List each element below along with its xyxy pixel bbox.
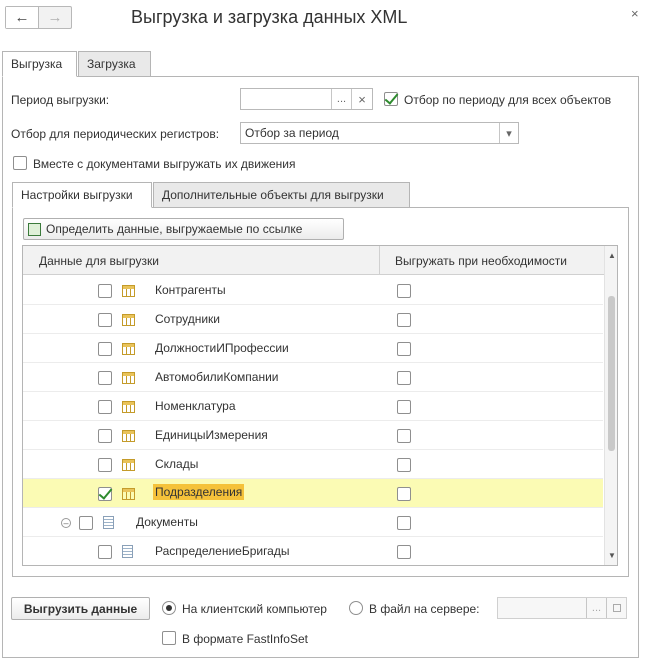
period-field[interactable]: ... ×: [240, 88, 373, 110]
column-header-data: Данные для выгрузки: [39, 254, 159, 268]
open-icon[interactable]: [606, 598, 626, 618]
to-client-radio[interactable]: [162, 601, 176, 615]
row-name: Контрагенты: [155, 283, 226, 297]
catalog-icon: [122, 343, 135, 355]
row-if-needed-checkbox[interactable]: [397, 313, 411, 327]
server-path-field[interactable]: ...: [497, 597, 627, 619]
scroll-down-icon[interactable]: ▼: [608, 551, 616, 560]
table-row[interactable]: АвтомобилиКомпании: [23, 363, 603, 392]
row-if-needed-checkbox[interactable]: [397, 545, 411, 559]
table-row[interactable]: ДолжностиИПрофессии: [23, 334, 603, 363]
row-name: Подразделения: [153, 484, 245, 500]
catalog-icon: [122, 459, 135, 471]
row-if-needed-checkbox[interactable]: [397, 400, 411, 414]
scroll-up-icon[interactable]: ▲: [608, 251, 616, 260]
close-icon[interactable]: ×: [631, 6, 639, 21]
server-path-select-button[interactable]: ...: [586, 598, 606, 618]
catalog-icon: [122, 430, 135, 442]
with-movements-label: Вместе с документами выгружать их движен…: [33, 157, 296, 171]
table-row-selected[interactable]: Подразделения: [23, 479, 603, 508]
table-row[interactable]: Контрагенты: [23, 276, 603, 305]
chevron-down-icon[interactable]: ▾: [499, 123, 518, 143]
row-export-checkbox[interactable]: [98, 313, 112, 327]
back-arrow-icon[interactable]: ←: [6, 7, 39, 28]
row-export-checkbox[interactable]: [98, 487, 112, 501]
filter-all-objects-label: Отбор по периоду для всех объектов: [404, 93, 612, 107]
row-name: Склады: [155, 457, 199, 471]
document-group-icon: [103, 516, 114, 529]
define-referenced-data-button[interactable]: Определить данные, выгружаемые по ссылке: [23, 218, 344, 240]
table-row[interactable]: Сотрудники: [23, 305, 603, 334]
tab-export[interactable]: Выгрузка: [2, 51, 77, 77]
catalog-icon: [122, 372, 135, 384]
row-export-checkbox[interactable]: [98, 545, 112, 559]
registers-filter-label: Отбор для периодических регистров:: [11, 127, 220, 141]
table-row[interactable]: ЕдиницыИзмерения: [23, 421, 603, 450]
period-select-button[interactable]: ...: [331, 89, 351, 109]
registers-filter-value: Отбор за период: [245, 126, 339, 140]
to-server-label: В файл на сервере:: [369, 602, 480, 616]
catalog-icon: [122, 285, 135, 297]
table-row[interactable]: РаспределениеБригады: [23, 537, 603, 565]
with-movements-checkbox[interactable]: [13, 156, 27, 170]
row-if-needed-checkbox[interactable]: [397, 429, 411, 443]
row-if-needed-checkbox[interactable]: [397, 516, 411, 530]
row-export-checkbox[interactable]: [79, 516, 93, 530]
catalog-icon: [122, 401, 135, 413]
row-export-checkbox[interactable]: [98, 284, 112, 298]
row-name: Сотрудники: [155, 312, 220, 326]
column-divider: [379, 246, 380, 275]
registers-filter-select[interactable]: Отбор за период ▾: [240, 122, 519, 144]
catalog-icon: [122, 314, 135, 326]
document-icon: [122, 545, 133, 558]
tab-export-settings[interactable]: Настройки выгрузки: [12, 182, 152, 208]
forward-arrow-icon[interactable]: →: [39, 7, 71, 28]
checklist-icon: [28, 222, 41, 236]
period-clear-button[interactable]: ×: [351, 89, 372, 109]
fastinfoset-label: В формате FastInfoSet: [182, 632, 308, 646]
row-if-needed-checkbox[interactable]: [397, 371, 411, 385]
navigation-buttons: ← →: [5, 6, 72, 29]
row-export-checkbox[interactable]: [98, 400, 112, 414]
collapse-icon[interactable]: –: [61, 518, 71, 528]
export-data-button[interactable]: Выгрузить данные: [11, 597, 150, 620]
row-export-checkbox[interactable]: [98, 342, 112, 356]
define-referenced-data-label: Определить данные, выгружаемые по ссылке: [46, 222, 303, 236]
filter-all-objects-checkbox[interactable]: [384, 92, 398, 106]
row-export-checkbox[interactable]: [98, 429, 112, 443]
table-row[interactable]: Склады: [23, 450, 603, 479]
row-name: Номенклатура: [155, 399, 236, 413]
row-name: АвтомобилиКомпании: [155, 370, 279, 384]
export-data-table: Данные для выгрузки Выгружать при необхо…: [22, 245, 618, 566]
period-label: Период выгрузки:: [11, 93, 110, 107]
table-header: Данные для выгрузки Выгружать при необхо…: [23, 246, 604, 275]
row-if-needed-checkbox[interactable]: [397, 487, 411, 501]
row-export-checkbox[interactable]: [98, 371, 112, 385]
row-name: Документы: [136, 515, 198, 529]
catalog-icon: [122, 488, 135, 500]
scroll-thumb[interactable]: [608, 296, 615, 451]
to-server-radio[interactable]: [349, 601, 363, 615]
row-if-needed-checkbox[interactable]: [397, 284, 411, 298]
row-export-checkbox[interactable]: [98, 458, 112, 472]
table-scrollbar[interactable]: ▲ ▼: [604, 246, 617, 565]
row-name: РаспределениеБригады: [155, 544, 290, 558]
row-name: ЕдиницыИзмерения: [155, 428, 268, 442]
column-header-export-if-needed: Выгружать при необходимости: [395, 254, 567, 268]
fastinfoset-checkbox[interactable]: [162, 631, 176, 645]
row-if-needed-checkbox[interactable]: [397, 458, 411, 472]
tab-additional-objects[interactable]: Дополнительные объекты для выгрузки: [153, 182, 410, 208]
table-row-group[interactable]: – Документы: [23, 508, 603, 537]
table-row[interactable]: Номенклатура: [23, 392, 603, 421]
row-if-needed-checkbox[interactable]: [397, 342, 411, 356]
tab-import[interactable]: Загрузка: [78, 51, 151, 77]
window-title: Выгрузка и загрузка данных XML: [131, 7, 408, 27]
to-client-label: На клиентский компьютер: [182, 602, 327, 616]
row-name: ДолжностиИПрофессии: [155, 341, 289, 355]
